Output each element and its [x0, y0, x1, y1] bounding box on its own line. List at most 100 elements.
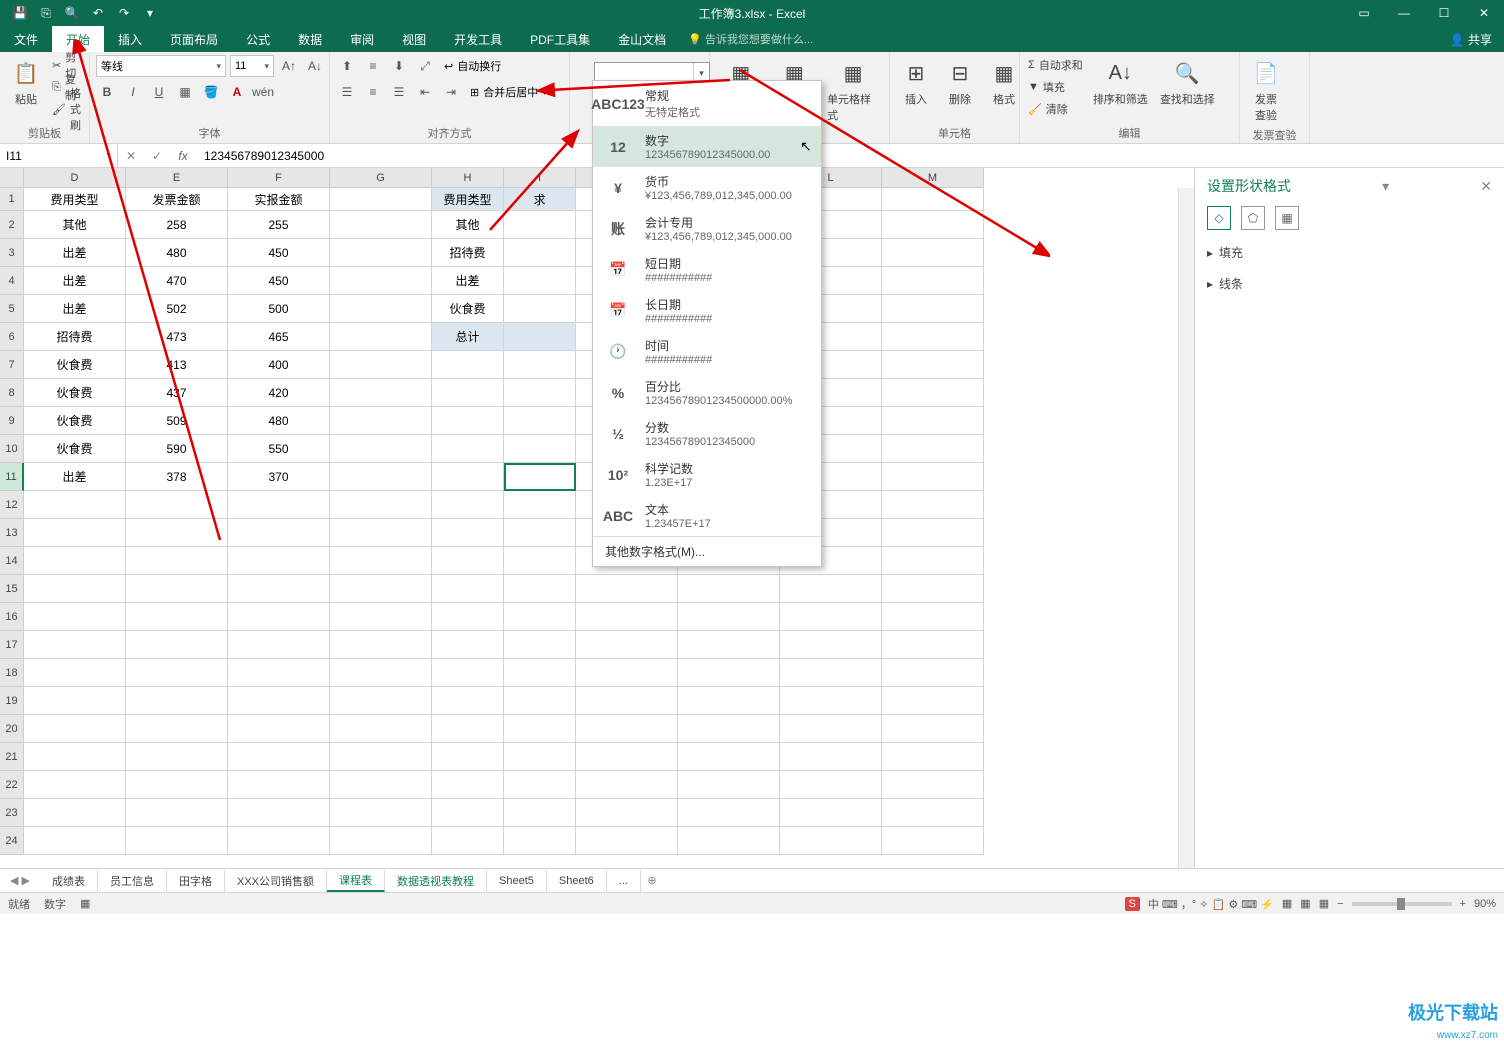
- cell[interactable]: 费用类型: [24, 188, 126, 211]
- cell[interactable]: [576, 827, 678, 855]
- cell[interactable]: 500: [228, 295, 330, 323]
- cell[interactable]: 255: [228, 211, 330, 239]
- cell[interactable]: [882, 827, 984, 855]
- wrap-text-button[interactable]: ↩自动换行: [440, 56, 505, 76]
- font-name-combo[interactable]: 等线▾: [96, 55, 226, 77]
- sheet-tab[interactable]: 田字格: [167, 870, 225, 892]
- ribbon-options-icon[interactable]: ▭: [1344, 0, 1384, 26]
- cell[interactable]: [882, 323, 984, 351]
- cell[interactable]: [882, 519, 984, 547]
- cell-styles-button[interactable]: ▦单元格样式: [823, 55, 883, 125]
- effects-tab-icon[interactable]: ⬠: [1241, 206, 1265, 230]
- cell[interactable]: [882, 239, 984, 267]
- cell[interactable]: 370: [228, 463, 330, 491]
- format-option-百分比[interactable]: %百分比12345678901234500000.00%: [593, 372, 821, 413]
- merge-center-button[interactable]: ⊞合并后居中▾: [466, 82, 551, 102]
- cell[interactable]: [882, 491, 984, 519]
- indent-inc-icon[interactable]: ⇥: [440, 81, 462, 103]
- cell[interactable]: [126, 491, 228, 519]
- col-header[interactable]: E: [126, 168, 228, 188]
- orientation-icon[interactable]: ⤢: [414, 55, 436, 77]
- cell[interactable]: [576, 687, 678, 715]
- cell[interactable]: [504, 463, 576, 491]
- more-number-formats[interactable]: 其他数字格式(M)...: [593, 536, 821, 566]
- row-header[interactable]: 23: [0, 799, 24, 827]
- row-header[interactable]: 9: [0, 407, 24, 435]
- increase-font-icon[interactable]: A↑: [278, 55, 300, 77]
- cell[interactable]: [330, 575, 432, 603]
- save-icon[interactable]: 💾: [8, 2, 32, 24]
- format-option-长日期[interactable]: 📅长日期###########: [593, 290, 821, 331]
- cell[interactable]: [330, 267, 432, 295]
- cell[interactable]: [432, 715, 504, 743]
- cell[interactable]: [24, 547, 126, 575]
- cell[interactable]: [882, 463, 984, 491]
- cell[interactable]: [228, 799, 330, 827]
- row-header[interactable]: 13: [0, 519, 24, 547]
- align-right-icon[interactable]: ☰: [388, 81, 410, 103]
- cell[interactable]: 伙食费: [24, 379, 126, 407]
- cell[interactable]: [330, 211, 432, 239]
- fill-section[interactable]: ▸填充: [1207, 244, 1492, 261]
- cell[interactable]: [228, 547, 330, 575]
- cell[interactable]: 480: [228, 407, 330, 435]
- cell[interactable]: [432, 435, 504, 463]
- row-header[interactable]: 18: [0, 659, 24, 687]
- cell[interactable]: [882, 603, 984, 631]
- cell[interactable]: [126, 603, 228, 631]
- underline-icon[interactable]: U: [148, 81, 170, 103]
- cell[interactable]: [330, 687, 432, 715]
- cell[interactable]: [504, 491, 576, 519]
- cell[interactable]: 伙食费: [432, 295, 504, 323]
- cell[interactable]: [126, 771, 228, 799]
- cell[interactable]: [780, 575, 882, 603]
- cell[interactable]: [504, 519, 576, 547]
- cell[interactable]: [504, 603, 576, 631]
- cell[interactable]: [228, 491, 330, 519]
- cell[interactable]: [228, 827, 330, 855]
- cell[interactable]: [780, 827, 882, 855]
- col-header[interactable]: G: [330, 168, 432, 188]
- cell[interactable]: [504, 743, 576, 771]
- bold-icon[interactable]: B: [96, 81, 118, 103]
- tab-data[interactable]: 数据: [284, 26, 336, 52]
- col-header[interactable]: M: [882, 168, 984, 188]
- sheet-nav[interactable]: ◀ ▶: [0, 874, 40, 887]
- cell[interactable]: [780, 631, 882, 659]
- autosum-button[interactable]: Σ自动求和: [1026, 55, 1085, 75]
- cell[interactable]: 费用类型: [432, 188, 504, 211]
- cell[interactable]: 480: [126, 239, 228, 267]
- cell[interactable]: [504, 771, 576, 799]
- font-color-icon[interactable]: A: [226, 81, 248, 103]
- zoom-in-icon[interactable]: +: [1460, 898, 1466, 910]
- view-pagebreak-icon[interactable]: ▦: [1319, 897, 1329, 910]
- sheet-tab[interactable]: Sheet5: [487, 870, 547, 892]
- cell[interactable]: [330, 715, 432, 743]
- cell[interactable]: [24, 575, 126, 603]
- cell[interactable]: 258: [126, 211, 228, 239]
- select-all-button[interactable]: [0, 168, 24, 188]
- cell[interactable]: [432, 575, 504, 603]
- cell[interactable]: [576, 715, 678, 743]
- cell[interactable]: [228, 659, 330, 687]
- cell[interactable]: [126, 631, 228, 659]
- format-option-数字[interactable]: 12数字123456789012345000.00: [593, 126, 821, 167]
- cell[interactable]: [882, 715, 984, 743]
- cell[interactable]: [432, 827, 504, 855]
- cell[interactable]: 473: [126, 323, 228, 351]
- share-button[interactable]: 👤 共享: [1438, 31, 1504, 48]
- cell[interactable]: [330, 519, 432, 547]
- cell[interactable]: [24, 659, 126, 687]
- cell[interactable]: 其他: [432, 211, 504, 239]
- qat-btn[interactable]: ⎘: [34, 2, 58, 24]
- cell[interactable]: [504, 211, 576, 239]
- cell[interactable]: [678, 631, 780, 659]
- cell[interactable]: [504, 407, 576, 435]
- line-section[interactable]: ▸线条: [1207, 275, 1492, 292]
- cell[interactable]: [678, 827, 780, 855]
- phonetic-icon[interactable]: wén: [252, 81, 274, 103]
- insert-cells-button[interactable]: ⊞插入: [896, 55, 936, 109]
- cell[interactable]: [330, 435, 432, 463]
- row-header[interactable]: 7: [0, 351, 24, 379]
- cell[interactable]: [504, 323, 576, 351]
